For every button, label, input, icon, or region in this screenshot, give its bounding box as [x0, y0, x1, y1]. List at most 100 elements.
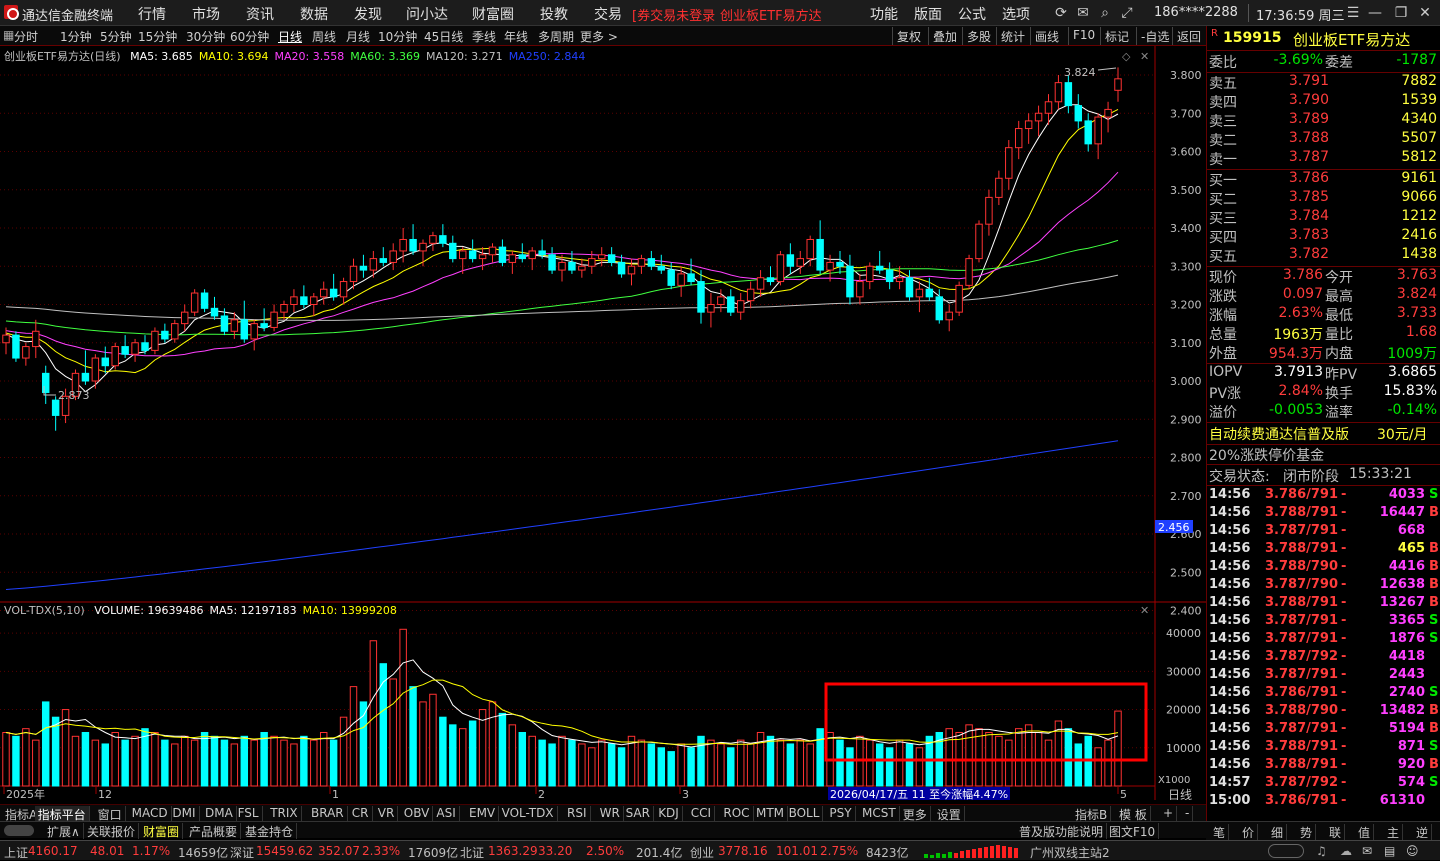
extension-tab[interactable]: 基金持仓	[242, 823, 298, 839]
indicator-tab[interactable]: 窗口	[95, 806, 126, 822]
bid-level[interactable]: 买三 3.784 1212	[1207, 208, 1440, 227]
menu-shuju[interactable]: 数据	[300, 4, 328, 24]
menu-banmian[interactable]: 版面	[914, 4, 942, 24]
indicator-tab[interactable]: VR	[375, 806, 399, 822]
indicator-tab[interactable]: TRIX	[267, 806, 302, 822]
indicator-tab[interactable]: DMI	[169, 806, 200, 822]
bid-level[interactable]: 买一 3.786 9161	[1207, 170, 1440, 189]
period-tab[interactable]: 更多 >	[580, 28, 618, 45]
close-pane-icon[interactable]: ✕	[1140, 604, 1149, 617]
menu-gongneng[interactable]: 功能	[870, 4, 898, 24]
f10-link[interactable]: 图文F10	[1106, 823, 1160, 839]
indicator-tab[interactable]: DMA	[202, 806, 237, 822]
period-tab[interactable]: 30分钟	[186, 28, 225, 45]
period-tab[interactable]: 周线	[312, 28, 336, 45]
cloud-icon[interactable]: ☁	[1340, 844, 1352, 858]
period-tab[interactable]: 60分钟	[230, 28, 269, 45]
period-tab[interactable]: 季线	[472, 28, 496, 45]
menu-toujiao[interactable]: 投教	[540, 4, 568, 24]
bid-level[interactable]: 买四 3.783 2416	[1207, 227, 1440, 246]
quote-tab[interactable]: 主	[1384, 824, 1404, 840]
menu-hangqing[interactable]: 行情	[138, 4, 166, 24]
ad-banner[interactable]: 自动续费通达信普及版 30元/月	[1207, 424, 1440, 443]
menu-shichang[interactable]: 市场	[192, 4, 220, 24]
indicator-tab[interactable]: ASI	[433, 806, 460, 822]
add-icon[interactable]: +	[1160, 806, 1178, 822]
diamond-icon[interactable]: ◇	[1122, 50, 1131, 63]
indicator-tab[interactable]: WR	[597, 806, 624, 822]
menu-xuanxiang[interactable]: 选项	[1002, 4, 1030, 24]
quote-tab[interactable]: 值	[1355, 824, 1375, 840]
toolbar-button[interactable]: 多股	[962, 27, 995, 45]
period-tab[interactable]: 日线	[278, 28, 302, 45]
period-tab[interactable]: 10分钟	[378, 28, 417, 45]
indicator-tab[interactable]: CCI	[688, 806, 716, 822]
indicator-tab[interactable]: SAR	[623, 806, 654, 822]
period-tab[interactable]: 年线	[504, 28, 528, 45]
menu-gongshi[interactable]: 公式	[958, 4, 986, 24]
toolbar-button[interactable]: 返回	[1172, 27, 1205, 45]
ask-level[interactable]: 卖五 3.791 7882	[1207, 73, 1440, 92]
extension-tab[interactable]: 产品概要	[186, 823, 242, 839]
user-account[interactable]: 186****2288	[1154, 5, 1238, 20]
ask-level[interactable]: 卖四 3.790 1539	[1207, 92, 1440, 111]
period-tab[interactable]: 45日线	[424, 28, 463, 45]
search-icon[interactable]: ⌕	[1096, 4, 1114, 22]
layout-icon[interactable]: ▤	[1384, 844, 1395, 858]
minimize-icon[interactable]: —	[1366, 4, 1384, 22]
period-tab[interactable]: 多周期	[538, 28, 574, 45]
menu-wenxiaoda[interactable]: 问小达	[406, 4, 448, 24]
quote-tab[interactable]: 联	[1326, 824, 1346, 840]
chat-icon[interactable]: ✉	[1362, 844, 1372, 858]
menu-caifuquan[interactable]: 财富圈	[472, 4, 514, 24]
toolbar-button[interactable]: 复权	[892, 27, 925, 45]
bid-level[interactable]: 买五 3.782 1438	[1207, 246, 1440, 265]
toolbar-button[interactable]: 叠加	[928, 27, 961, 45]
toolbar-button[interactable]: 画线	[1030, 27, 1063, 45]
ask-level[interactable]: 卖三 3.789 4340	[1207, 111, 1440, 130]
toolbar-button[interactable]: F10	[1068, 27, 1099, 45]
indicator-tab[interactable]: MTM	[753, 806, 789, 822]
menu-faxian[interactable]: 发现	[354, 4, 382, 24]
period-tab[interactable]: 5分钟	[100, 28, 132, 45]
toolbar-button[interactable]: 标记	[1100, 27, 1133, 45]
indicator-tab[interactable]: MACD	[129, 806, 172, 822]
indicator-tab[interactable]: 设置	[934, 806, 965, 822]
toolbar-button[interactable]: 统计	[996, 27, 1029, 45]
ask-level[interactable]: 卖二 3.788 5507	[1207, 130, 1440, 149]
indicator-tab[interactable]: FSL	[235, 806, 263, 822]
message-icon[interactable]: ✉	[1074, 4, 1092, 22]
period-tab[interactable]: 1分钟	[60, 28, 92, 45]
user-icon[interactable]: ☺	[1406, 844, 1419, 858]
indicator-tab[interactable]: BOLL	[786, 806, 824, 822]
menu-zixun[interactable]: 资讯	[246, 4, 274, 24]
period-tab[interactable]: 月线	[346, 28, 370, 45]
quote-tab[interactable]: 价	[1239, 824, 1259, 840]
menu-jiaoyi[interactable]: 交易	[594, 4, 622, 24]
refresh-icon[interactable]: ⟳	[1052, 4, 1070, 22]
period-tab[interactable]: 15分钟	[138, 28, 177, 45]
extension-tab[interactable]: 关联报价	[84, 823, 140, 839]
indicator-tab[interactable]: RSI	[564, 806, 591, 822]
period-tab[interactable]: 分时	[14, 28, 38, 45]
kline-chart[interactable]: 3.800 3.700 3.600 3.500 3.400 3.300 3.200 3.100…	[0, 46, 1206, 800]
close-icon[interactable]: ✕	[1416, 4, 1434, 22]
expand-icon[interactable]: ⤢	[1118, 4, 1136, 22]
indicator-tab[interactable]: EMV	[466, 806, 500, 822]
quote-tab[interactable]: 势	[1297, 824, 1317, 840]
extension-tab[interactable]: 扩展∧	[44, 823, 84, 839]
restore-icon[interactable]: ❐	[1392, 4, 1410, 22]
indicator-tab[interactable]: CR	[349, 806, 373, 822]
indicator-tab[interactable]: VOL-TDX	[499, 806, 558, 822]
toolbar-button[interactable]: -自选	[1136, 27, 1173, 45]
bid-level[interactable]: 买二 3.785 9066	[1207, 189, 1440, 208]
ask-level[interactable]: 卖一 3.787 5812	[1207, 149, 1440, 168]
toggle-icon[interactable]	[4, 825, 34, 836]
grid-icon[interactable]: ▦	[3, 28, 14, 42]
minus-icon[interactable]: -	[1182, 806, 1194, 822]
quote-tab[interactable]: 笔	[1210, 824, 1230, 840]
extension-tab[interactable]: 财富圈	[140, 823, 184, 839]
quote-tab[interactable]: 逆	[1413, 824, 1433, 840]
indicator-tab[interactable]: KDJ	[655, 806, 683, 822]
bell-icon[interactable]: ♫	[1316, 844, 1327, 858]
